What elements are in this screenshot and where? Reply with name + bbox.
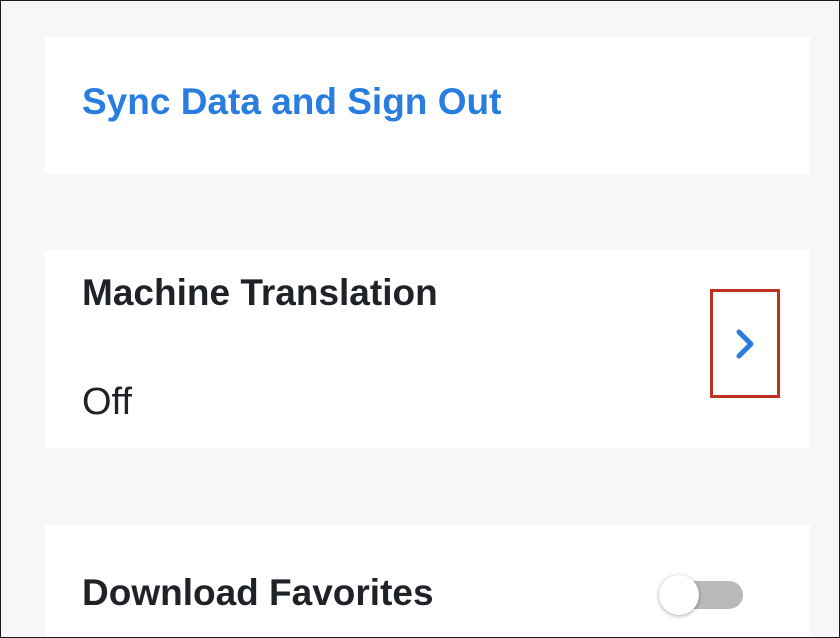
download-favorites-title: Download Favorites: [82, 572, 434, 613]
machine-translation-chevron-button[interactable]: [710, 289, 780, 398]
chevron-right-icon: [736, 329, 754, 358]
settings-screen: Sync Data and Sign Out Machine Translati…: [0, 0, 840, 638]
sync-and-sign-out-button[interactable]: Sync Data and Sign Out: [82, 81, 501, 123]
machine-translation-title: Machine Translation: [82, 272, 438, 313]
sync-card: Sync Data and Sign Out: [45, 37, 810, 174]
machine-translation-row[interactable]: Machine Translation Off: [45, 250, 810, 448]
download-favorites-row: Download Favorites: [45, 525, 810, 637]
toggle-knob: [659, 575, 699, 615]
download-favorites-toggle[interactable]: [659, 575, 745, 615]
machine-translation-value: Off: [82, 381, 132, 423]
